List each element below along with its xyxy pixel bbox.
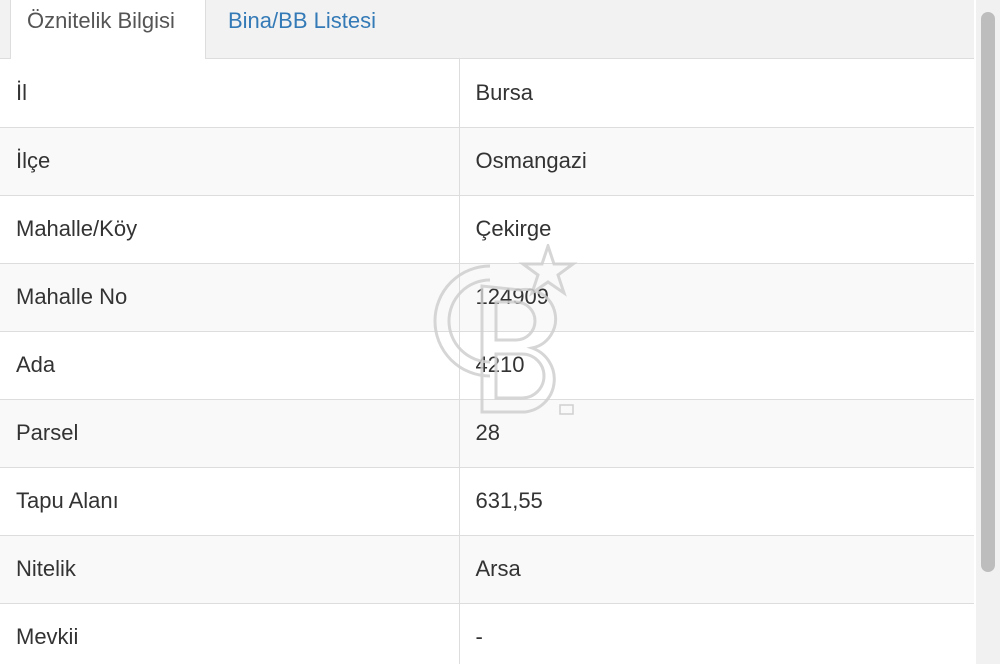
attribute-key: Ada (0, 331, 460, 400)
table-row: Nitelik Arsa (0, 535, 974, 604)
table-row: Parsel 28 (0, 399, 974, 468)
attribute-key: İlçe (0, 127, 460, 196)
table-row: İl Bursa (0, 59, 974, 128)
table-row: Mahalle/Köy Çekirge (0, 195, 974, 264)
scrollbar-thumb[interactable] (981, 12, 995, 572)
table-row: İlçe Osmangazi (0, 127, 974, 196)
attribute-value: 28 (459, 399, 974, 468)
table-row: Mahalle No 124909 (0, 263, 974, 332)
vertical-scrollbar[interactable] (976, 0, 1000, 664)
attribute-value: Bursa (459, 59, 974, 128)
tab-bar: Öznitelik Bilgisi Bina/BB Listesi (0, 0, 974, 60)
table-row: Tapu Alanı 631,55 (0, 467, 974, 536)
attribute-key: Mahalle/Köy (0, 195, 460, 264)
attribute-table: İl Bursa İlçe Osmangazi Mahalle/Köy Çeki… (0, 59, 974, 664)
attribute-value: Osmangazi (459, 127, 974, 196)
tab-attribute-info[interactable]: Öznitelik Bilgisi (10, 0, 206, 60)
attribute-key: Nitelik (0, 535, 460, 604)
table-row: Ada 4210 (0, 331, 974, 400)
attribute-value: - (459, 603, 974, 664)
attribute-value: 631,55 (459, 467, 974, 536)
attribute-key: Tapu Alanı (0, 467, 460, 536)
table-row: Mevkii - (0, 603, 974, 664)
attribute-key: Mahalle No (0, 263, 460, 332)
attribute-value: Arsa (459, 535, 974, 604)
attribute-key: Mevkii (0, 603, 460, 664)
attribute-value: Çekirge (459, 195, 974, 264)
attribute-value: 4210 (459, 331, 974, 400)
attribute-value: 124909 (459, 263, 974, 332)
attribute-panel: Öznitelik Bilgisi Bina/BB Listesi İl Bur… (0, 0, 974, 664)
tab-building-list[interactable]: Bina/BB Listesi (212, 0, 392, 59)
attribute-key: Parsel (0, 399, 460, 468)
attribute-key: İl (0, 59, 460, 128)
